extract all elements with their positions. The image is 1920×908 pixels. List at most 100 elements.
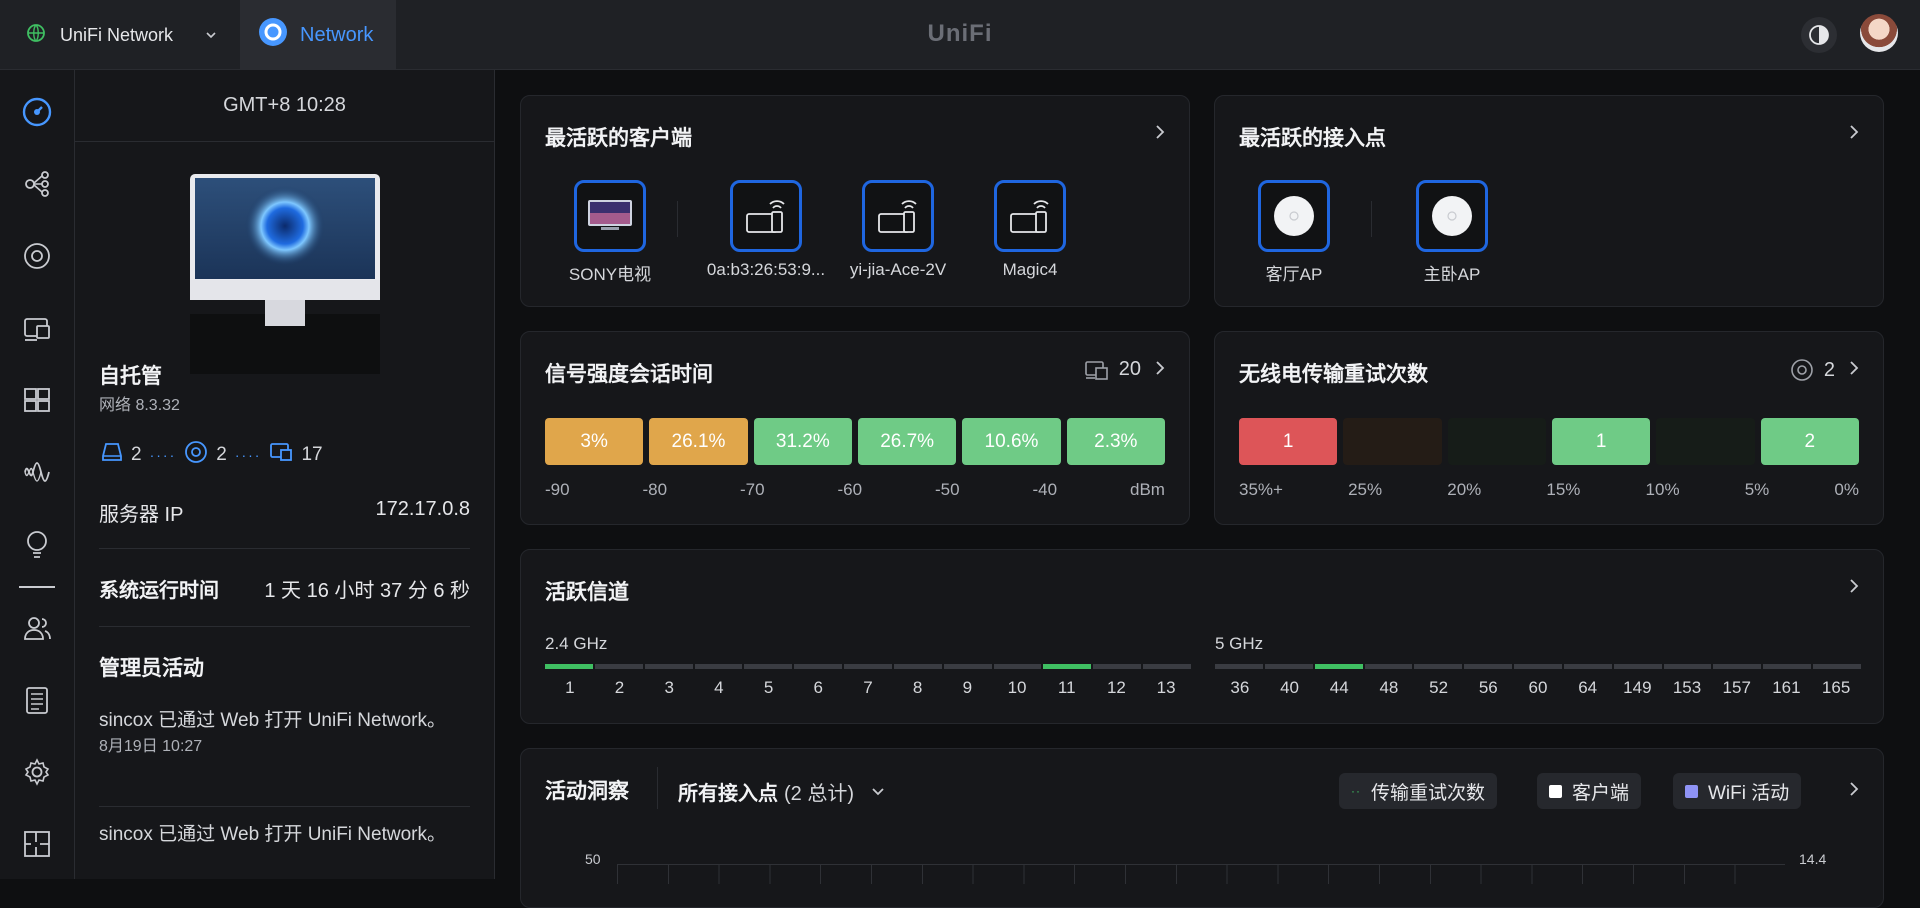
topology-icon[interactable] bbox=[21, 168, 53, 200]
divider bbox=[99, 548, 470, 549]
band-5-label: 5 GHz bbox=[1215, 634, 1264, 653]
activity-text: sincox 已通过 Web 打开 UniFi Network。 bbox=[99, 824, 446, 845]
segment: 26.7% bbox=[857, 418, 957, 465]
channel-number: 161 bbox=[1772, 678, 1801, 697]
ap-count-icon bbox=[184, 440, 208, 470]
channel-bar bbox=[1713, 664, 1762, 669]
axis-label: -90 bbox=[545, 480, 570, 499]
band-24-label: 2.4 GHz bbox=[545, 634, 608, 653]
client-item[interactable]: yi-jia-Ace-2V bbox=[833, 180, 963, 280]
client-item[interactable]: 0a:b3:26:53:9... bbox=[701, 180, 831, 280]
chevron-right-icon[interactable] bbox=[1847, 360, 1861, 381]
chevron-right-icon[interactable] bbox=[1153, 360, 1167, 381]
activity-item[interactable]: sincox 已通过 Web 打开 UniFi Network。 8月19日 1… bbox=[99, 706, 470, 759]
radio-waves-icon[interactable] bbox=[21, 456, 53, 488]
insights-bulb-icon[interactable] bbox=[21, 528, 53, 560]
channel-number: 60 bbox=[1528, 678, 1548, 697]
activity-text: sincox 已通过 Web 打开 UniFi Network。 bbox=[99, 710, 446, 731]
top-clients-card[interactable]: 最活跃的客户端 SONY电视 0a:b3:26:53:9... yi-jia-A… bbox=[520, 95, 1190, 307]
card-title: 信号强度会话时间 bbox=[545, 363, 713, 386]
uptime-value: 1 天 16 小时 37 分 6 秒 bbox=[264, 580, 470, 602]
channel-bar bbox=[893, 664, 942, 669]
chevron-right-icon[interactable] bbox=[1847, 578, 1861, 599]
segment: 31.2% bbox=[753, 418, 852, 465]
axis-label: -80 bbox=[642, 480, 668, 499]
theme-toggle-button[interactable] bbox=[1801, 17, 1837, 53]
channel-number: 2 bbox=[614, 678, 625, 697]
dashboard-icon[interactable] bbox=[21, 96, 53, 128]
segment bbox=[1343, 418, 1442, 465]
card-title: 活跃信道 bbox=[545, 581, 629, 604]
channel-bar bbox=[794, 664, 843, 669]
uptime-label: 系统运行时间 bbox=[99, 580, 219, 602]
axis-label: -70 bbox=[740, 480, 765, 499]
avatar[interactable] bbox=[1860, 14, 1898, 52]
channel-number: 12 bbox=[1106, 678, 1126, 697]
ports-icon[interactable] bbox=[21, 384, 53, 416]
settings-gear-icon[interactable] bbox=[21, 756, 53, 788]
network-icon bbox=[258, 17, 288, 53]
radio-retries-card[interactable]: 无线电传输重试次数 2 1 1 2 35%+ 25% 20% 15% 10% 5% 0% bbox=[1214, 331, 1884, 525]
card-title: 活动洞察 bbox=[545, 780, 629, 803]
tab-network[interactable]: Network bbox=[240, 0, 396, 70]
floorplan-icon[interactable] bbox=[21, 828, 53, 860]
ap-item[interactable]: 客厅AP bbox=[1229, 180, 1359, 285]
chevron-right-icon[interactable] bbox=[1847, 781, 1861, 802]
channel-number: 149 bbox=[1623, 678, 1652, 697]
ap-filter-dropdown[interactable]: 所有接入点 (2 总计) bbox=[678, 777, 886, 806]
client-item[interactable]: Magic4 bbox=[965, 180, 1095, 280]
client-devices-icon[interactable] bbox=[21, 312, 53, 344]
activity-item[interactable]: sincox 已通过 Web 打开 UniFi Network。 bbox=[99, 820, 470, 849]
filter-count: (2 总计) bbox=[784, 783, 854, 805]
channel-number: 9 bbox=[962, 678, 973, 697]
band-5-channels: 36 40 44 48 52 56 60 64 149 153 157 161 165 bbox=[1215, 678, 1861, 698]
axis-label: -50 bbox=[935, 480, 960, 499]
divider bbox=[1371, 201, 1372, 237]
channel-number: 52 bbox=[1429, 678, 1449, 697]
segment: 26.1% bbox=[649, 418, 748, 465]
client-item[interactable]: SONY电视 bbox=[545, 180, 675, 285]
ap-item[interactable]: 主卧AP bbox=[1387, 180, 1517, 285]
channel-number: 7 bbox=[863, 678, 873, 697]
rail-divider bbox=[19, 586, 55, 588]
chevron-right-icon[interactable] bbox=[1153, 124, 1167, 145]
users-icon[interactable] bbox=[21, 612, 53, 644]
channel-number: 4 bbox=[714, 678, 724, 697]
logs-icon[interactable] bbox=[21, 684, 53, 716]
retries-ap-count: 2 bbox=[1790, 358, 1835, 382]
axis-label: dBm bbox=[1130, 480, 1165, 499]
white-swatch-icon bbox=[1549, 784, 1562, 798]
access-point-nav-icon[interactable] bbox=[21, 240, 53, 272]
channel-bar bbox=[943, 664, 992, 669]
channel-number: 36 bbox=[1230, 678, 1250, 697]
top-aps-card[interactable]: 最活跃的接入点 客厅AP 主卧AP bbox=[1214, 95, 1884, 307]
channel-number: 13 bbox=[1156, 678, 1176, 697]
legend-clients-toggle[interactable]: 客户端 bbox=[1537, 773, 1642, 809]
active-channels-card[interactable]: 活跃信道 2.4 GHz 1 2 3 4 5 6 7 8 9 10 11 12 13 5 GHz 36 4… bbox=[520, 549, 1884, 724]
channel-bar bbox=[1093, 664, 1142, 669]
legend-wifi-activity-toggle[interactable]: WiFi 活动 bbox=[1673, 773, 1802, 809]
legend-retries-toggle[interactable]: ·· 传输重试次数 bbox=[1339, 773, 1498, 809]
divider bbox=[99, 806, 470, 807]
channel-bar bbox=[1414, 664, 1463, 669]
contrast-icon bbox=[1809, 25, 1829, 45]
channel-bar bbox=[1314, 664, 1363, 669]
chevron-right-icon[interactable] bbox=[1847, 124, 1861, 145]
axis-label: 25% bbox=[1348, 480, 1383, 499]
access-point-icon bbox=[1274, 196, 1314, 236]
channel-bar bbox=[1514, 664, 1562, 669]
legend-label: 传输重试次数 bbox=[1371, 782, 1486, 804]
channel-bar bbox=[1613, 664, 1662, 669]
channel-number: 5 bbox=[763, 678, 774, 697]
chevron-down-icon bbox=[204, 26, 218, 47]
chevron-down-icon bbox=[872, 787, 884, 795]
channel-bar bbox=[993, 664, 1042, 669]
channel-bar bbox=[1563, 664, 1612, 669]
channel-bar bbox=[1264, 664, 1313, 669]
client-label: Magic4 bbox=[1002, 260, 1058, 279]
client-devices-icon bbox=[1084, 360, 1108, 380]
app-switcher[interactable]: UniFi Network bbox=[0, 0, 240, 70]
signal-strength-card[interactable]: 信号强度会话时间 20 3% 26.1% 31.2% 26.7% 10.6% 2.3% -… bbox=[520, 331, 1190, 525]
gateway-count: 2 bbox=[131, 444, 142, 465]
wifi-device-icon bbox=[746, 200, 785, 233]
